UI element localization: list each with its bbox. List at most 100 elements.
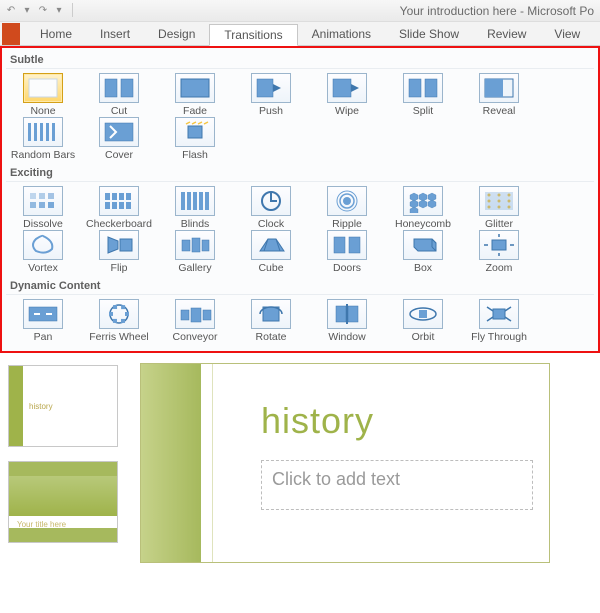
transition-fly-through[interactable]: Fly Through	[464, 299, 534, 343]
transition-conveyor[interactable]: Conveyor	[160, 299, 230, 343]
transition-blinds[interactable]: Blinds	[160, 186, 230, 230]
transition-icon	[23, 73, 63, 103]
transition-gallery[interactable]: Gallery	[160, 230, 230, 274]
separator	[72, 3, 73, 17]
transition-label: Window	[328, 331, 365, 343]
transition-label: Cut	[111, 105, 127, 117]
tab-insert[interactable]: Insert	[86, 23, 144, 45]
transition-fade[interactable]: Fade	[160, 73, 230, 117]
transition-label: Fly Through	[471, 331, 527, 343]
tab-slide-show[interactable]: Slide Show	[385, 23, 473, 45]
transition-label: Vortex	[28, 262, 58, 274]
transition-icon	[403, 230, 443, 260]
transition-glitter[interactable]: Glitter	[464, 186, 534, 230]
slide-area: history Click to add text	[130, 353, 600, 613]
tab-animations[interactable]: Animations	[298, 23, 385, 45]
transition-label: Wipe	[335, 105, 359, 117]
transition-label: Flash	[182, 149, 208, 161]
transition-label: Box	[414, 262, 432, 274]
transition-random-bars[interactable]: Random Bars	[8, 117, 78, 161]
transition-icon	[251, 299, 291, 329]
transition-zoom[interactable]: Zoom	[464, 230, 534, 274]
transition-label: Checkerboard	[86, 218, 152, 230]
transition-box[interactable]: Box	[388, 230, 458, 274]
tab-view[interactable]: View	[540, 23, 594, 45]
redo-icon[interactable]: ↷	[36, 3, 50, 17]
transition-reveal[interactable]: Reveal	[464, 73, 534, 117]
transition-ripple[interactable]: Ripple	[312, 186, 382, 230]
transition-icon	[251, 73, 291, 103]
transition-cut[interactable]: Cut	[84, 73, 154, 117]
transition-label: Push	[259, 105, 283, 117]
quick-access-toolbar: ↶ ▾ ↷ ▾	[4, 3, 77, 17]
transition-doors[interactable]: Doors	[312, 230, 382, 274]
transition-icon	[99, 230, 139, 260]
transition-icon	[327, 73, 367, 103]
window-title: Your introduction here - Microsoft Po	[400, 4, 594, 18]
section-header: Dynamic Content	[6, 278, 594, 295]
transition-vortex[interactable]: Vortex	[8, 230, 78, 274]
transition-none[interactable]: None	[8, 73, 78, 117]
transition-flip[interactable]: Flip	[84, 230, 154, 274]
transition-push[interactable]: Push	[236, 73, 306, 117]
transition-label: Blinds	[181, 218, 210, 230]
slide-thumbnail[interactable]: history	[8, 365, 118, 447]
transition-checkerboard[interactable]: Checkerboard	[84, 186, 154, 230]
transition-label: Cube	[258, 262, 283, 274]
tab-design[interactable]: Design	[144, 23, 209, 45]
transition-dissolve[interactable]: Dissolve	[8, 186, 78, 230]
ribbon-tabs: HomeInsertDesignTransitionsAnimationsSli…	[0, 22, 600, 46]
transition-rotate[interactable]: Rotate	[236, 299, 306, 343]
slide-thumbnail[interactable]: Your title here	[8, 461, 118, 543]
transition-honeycomb[interactable]: Honeycomb	[388, 186, 458, 230]
transition-window[interactable]: Window	[312, 299, 382, 343]
transition-row: Dissolve Checkerboard Blinds Clock Ripple Hon…	[6, 182, 594, 276]
transition-icon	[251, 186, 291, 216]
transition-row: None Cut Fade Push Wipe Split Reveal Random Bar…	[6, 69, 594, 163]
transition-pan[interactable]: Pan	[8, 299, 78, 343]
transition-label: Honeycomb	[395, 218, 451, 230]
transition-label: Clock	[258, 218, 284, 230]
file-tab[interactable]	[2, 23, 20, 45]
tab-home[interactable]: Home	[26, 23, 86, 45]
transition-clock[interactable]: Clock	[236, 186, 306, 230]
slide-title[interactable]: history	[261, 400, 374, 442]
undo-icon[interactable]: ↶	[4, 3, 18, 17]
transition-icon	[23, 230, 63, 260]
dropdown-icon[interactable]: ▾	[20, 3, 34, 17]
transition-icon	[327, 186, 367, 216]
transition-ferris-wheel[interactable]: Ferris Wheel	[84, 299, 154, 343]
editor-stage: history Your title here history Click to…	[0, 353, 600, 613]
transition-label: Glitter	[485, 218, 513, 230]
content-placeholder[interactable]: Click to add text	[261, 460, 533, 510]
slide-canvas[interactable]: history Click to add text	[140, 363, 550, 563]
tab-review[interactable]: Review	[473, 23, 540, 45]
transition-label: Ferris Wheel	[89, 331, 149, 343]
transition-flash[interactable]: Flash	[160, 117, 230, 161]
transition-icon	[479, 230, 519, 260]
transition-split[interactable]: Split	[388, 73, 458, 117]
section-header: Subtle	[6, 52, 594, 69]
thumbnail-panel: history Your title here	[0, 353, 130, 613]
thumb-title: history	[29, 402, 53, 411]
transition-label: Pan	[34, 331, 53, 343]
transitions-gallery: Subtle None Cut Fade Push Wipe Split Reveal Rand…	[0, 46, 600, 353]
transition-icon	[23, 299, 63, 329]
transition-label: Rotate	[256, 331, 287, 343]
transition-label: Random Bars	[11, 149, 75, 161]
transition-label: Conveyor	[173, 331, 218, 343]
dropdown-icon[interactable]: ▾	[52, 3, 66, 17]
transition-label: Zoom	[486, 262, 513, 274]
tab-transitions[interactable]: Transitions	[209, 24, 297, 46]
transition-icon	[479, 73, 519, 103]
transition-icon	[23, 186, 63, 216]
transition-cover[interactable]: Cover	[84, 117, 154, 161]
transition-wipe[interactable]: Wipe	[312, 73, 382, 117]
transition-label: Reveal	[483, 105, 516, 117]
transition-icon	[175, 299, 215, 329]
transition-icon	[99, 299, 139, 329]
transition-orbit[interactable]: Orbit	[388, 299, 458, 343]
transition-label: None	[30, 105, 55, 117]
title-bar: ↶ ▾ ↷ ▾ Your introduction here - Microso…	[0, 0, 600, 22]
transition-cube[interactable]: Cube	[236, 230, 306, 274]
